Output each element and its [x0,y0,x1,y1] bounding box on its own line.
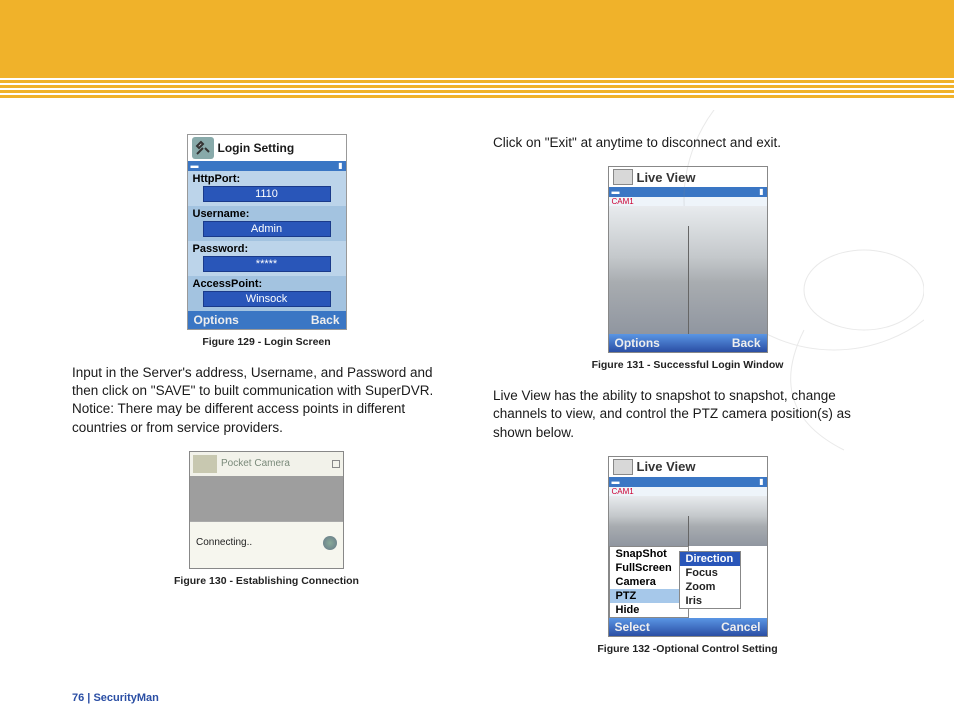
connecting-status: Connecting.. [196,537,252,548]
username-label: Username: [193,208,341,220]
ptz-submenu[interactable]: Direction Focus Zoom Iris [679,551,741,609]
paragraph-3: Live View has the ability to snapshot to… [493,387,882,442]
figure-130-caption: Figure 130 - Establishing Connection [72,575,461,587]
figure-129-phone: Login Setting ▬ ▮ HttpPort:1110 Username:… [187,134,347,330]
back-softkey[interactable]: Back [732,336,761,350]
submenu-direction[interactable]: Direction [680,552,740,566]
page-footer: 76 | SecurityMan [72,692,159,704]
header-bar [0,0,954,78]
video-placeholder [190,476,343,521]
figure-131-phone: Live View ▬ ▮ CAM1 Options Back [608,166,768,353]
menu-camera[interactable]: Camera [610,575,688,589]
figure-131-caption: Figure 131 - Successful Login Window [493,359,882,371]
password-value[interactable]: ***** [203,256,331,272]
login-title: Login Setting [218,141,295,155]
header-stripes [0,78,954,96]
password-label: Password: [193,243,341,255]
submenu-iris[interactable]: Iris [680,594,740,608]
select-softkey[interactable]: Select [615,620,650,634]
options-softkey[interactable]: Options [194,313,239,327]
cam1-label: CAM1 [609,197,767,206]
close-icon[interactable] [332,460,340,468]
left-column: Login Setting ▬ ▮ HttpPort:1110 Username:… [72,134,461,671]
submenu-focus[interactable]: Focus [680,566,740,580]
menu-snapshot[interactable]: SnapShot [610,547,688,561]
battery-icon: ▮ [759,187,763,197]
paragraph-1: Input in the Server's address, Username,… [72,364,461,437]
signal-icon: ▬ [612,187,620,197]
live-video-feed [609,496,767,546]
app-title: Pocket Camera [221,458,290,469]
battery-icon: ▮ [759,477,763,487]
username-value[interactable]: Admin [203,221,331,237]
accesspoint-label: AccessPoint: [193,278,341,290]
camera-icon [613,459,633,475]
menu-ptz[interactable]: PTZ [610,589,688,603]
menu-hide[interactable]: Hide [610,603,688,617]
cancel-softkey[interactable]: Cancel [721,620,760,634]
settings-icon[interactable] [323,536,337,550]
httpport-label: HttpPort: [193,173,341,185]
signal-icon: ▬ [612,477,620,487]
signal-icon: ▬ [191,161,199,171]
right-column: Click on "Exit" at anytime to disconnect… [493,134,882,671]
camera-icon [613,169,633,185]
page-number: 76 [72,692,84,704]
battery-icon: ▮ [338,161,342,171]
figure-132-caption: Figure 132 -Optional Control Setting [493,643,882,655]
accesspoint-value[interactable]: Winsock [203,291,331,307]
options-softkey[interactable]: Options [615,336,660,350]
figure-132-phone: Live View ▬ ▮ CAM1 SnapShot FullScreen Ca… [608,456,768,637]
options-menu[interactable]: SnapShot FullScreen Camera PTZ Hide [609,546,689,618]
toolbar-icons [193,455,217,473]
footer-brand: SecurityMan [93,692,158,704]
menu-fullscreen[interactable]: FullScreen [610,561,688,575]
tools-icon [192,137,214,159]
figure-130-window: Pocket Camera Connecting.. [189,451,344,569]
paragraph-2: Click on "Exit" at anytime to disconnect… [493,134,882,152]
live-video-feed [609,206,767,334]
figure-129-caption: Figure 129 - Login Screen [72,336,461,348]
liveview-title: Live View [637,459,696,474]
httpport-value[interactable]: 1110 [203,186,331,202]
submenu-zoom[interactable]: Zoom [680,580,740,594]
cam1-label: CAM1 [609,487,767,496]
liveview-title: Live View [637,170,696,185]
back-softkey[interactable]: Back [311,313,340,327]
